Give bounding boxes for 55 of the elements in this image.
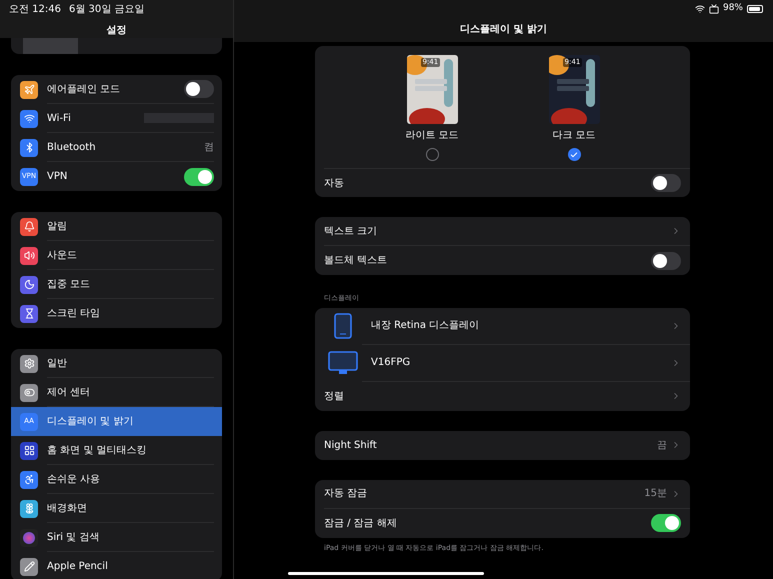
row-label: 볼드체 텍스트 — [324, 254, 388, 268]
row-label: 자동 잠금 — [324, 487, 368, 501]
settings-row[interactable]: 텍스트 크기 — [315, 217, 690, 246]
row-value: 끔 — [657, 438, 667, 452]
toggle-switch[interactable] — [184, 80, 214, 98]
settings-row[interactable]: 내장 Retina 디스플레이 — [315, 308, 690, 344]
sidebar-item[interactable]: 알림 — [11, 212, 222, 241]
row-label: 텍스트 크기 — [324, 224, 378, 238]
row-label: 자동 — [324, 176, 345, 190]
row-label: 정렬 — [324, 390, 345, 404]
checkmark-icon — [570, 150, 578, 158]
mode-label: 다크 모드 — [552, 129, 596, 143]
wallpaper-drawing — [406, 55, 458, 124]
detail-title: 디스플레이 및 밝기 — [460, 22, 547, 36]
wallpaper-drawing — [548, 55, 600, 124]
settings-row[interactable]: V16FPG — [315, 344, 690, 382]
sidebar-item[interactable]: Siri 및 검색 — [11, 523, 222, 552]
toggle-switch[interactable] — [651, 514, 681, 532]
sidebar-item[interactable]: Wi-Fi — [11, 104, 222, 133]
row-value: 15분 — [644, 487, 667, 501]
wifi-icon — [694, 4, 705, 14]
settings-row[interactable]: 정렬 — [315, 382, 690, 410]
sidebar-item[interactable]: 집중 모드 — [11, 270, 222, 299]
blurred-photo-placeholder — [23, 38, 78, 54]
row-label: V16FPG — [371, 356, 412, 370]
sidebar-item[interactable]: 손쉬운 사용 — [11, 465, 222, 494]
mode-label: 라이트 모드 — [405, 129, 459, 143]
sidebar-item[interactable]: 홈 화면 및 멀티태스킹 — [11, 436, 222, 465]
sidebar-item[interactable]: 배경화면 — [11, 494, 222, 523]
row-label: Night Shift — [324, 438, 378, 452]
sidebar-item[interactable]: Bluetooth 켬 — [11, 133, 222, 162]
row-label: 내장 Retina 디스플레이 — [371, 319, 480, 333]
settings-row[interactable]: 볼드체 텍스트 — [315, 246, 690, 275]
mode-radio[interactable] — [426, 148, 438, 161]
battery-icon — [747, 4, 763, 13]
sidebar-item[interactable]: 에어플레인 모드 — [11, 75, 222, 104]
settings-row[interactable]: 잠금 / 잠금 해제 — [315, 508, 690, 538]
row-label: 잠금 / 잠금 해제 — [324, 516, 398, 530]
tablet-icon — [334, 313, 352, 339]
status-date: 6월 30일 금요일 — [69, 3, 144, 17]
item-value: 켬 — [204, 140, 214, 154]
sidebar-item[interactable]: 사운드 — [11, 241, 222, 270]
sidebar-title: 설정 — [106, 24, 126, 38]
sidebar-item[interactable]: 스크린 타임 — [11, 299, 222, 328]
toggle-switch[interactable] — [184, 168, 214, 186]
toggle-switch[interactable] — [651, 252, 681, 270]
status-time: 오전 12:46 — [9, 3, 61, 17]
mode-radio[interactable] — [568, 148, 581, 161]
monitor-icon — [328, 351, 358, 375]
settings-row[interactable]: 자동 잠금 15분 — [315, 480, 690, 508]
settings-row[interactable]: Night Shift 끔 — [315, 430, 690, 460]
battery-percent: 98% — [722, 2, 743, 15]
sidebar-item[interactable]: Apple Pencil — [11, 552, 222, 579]
toggle-switch[interactable] — [651, 174, 681, 192]
sidebar-item[interactable]: 일반 — [11, 349, 222, 378]
